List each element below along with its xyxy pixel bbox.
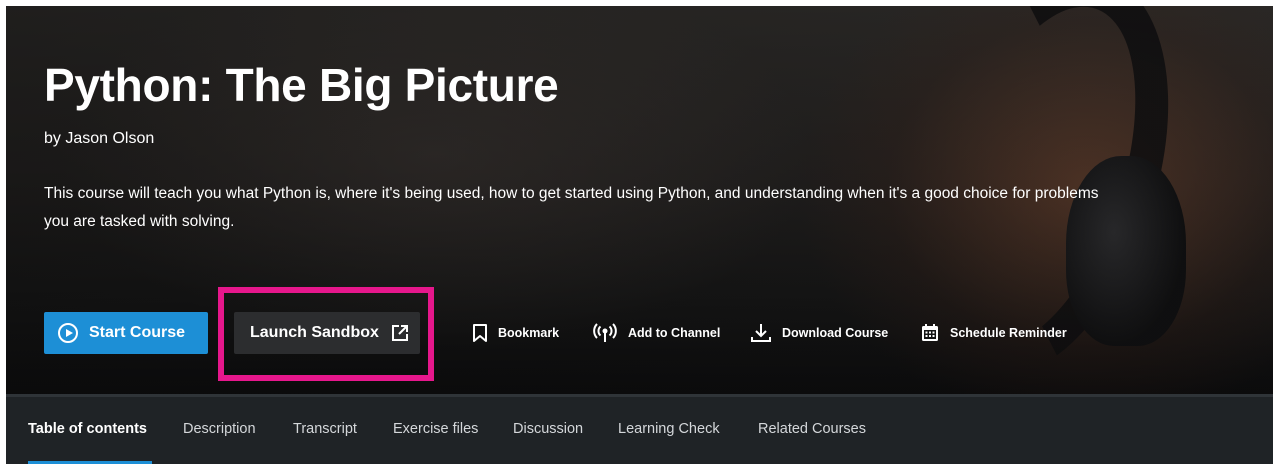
download-course-label: Download Course: [782, 326, 889, 340]
launch-sandbox-label: Launch Sandbox: [250, 324, 379, 341]
tab-description[interactable]: Description: [183, 421, 256, 437]
hero-content: Python: The Big Picture by Jason Olson T…: [6, 6, 1273, 394]
bookmark-label: Bookmark: [498, 326, 560, 340]
tab-related-courses[interactable]: Related Courses: [758, 421, 866, 437]
schedule-reminder-label: Schedule Reminder: [950, 326, 1067, 340]
download-course-button[interactable]: Download Course: [750, 312, 888, 354]
tab-table-of-contents[interactable]: Table of contents: [28, 421, 147, 437]
course-page: Python: The Big Picture by Jason Olson T…: [6, 6, 1273, 464]
download-icon: [751, 324, 771, 342]
play-circle-icon: [58, 323, 78, 343]
tab-exercise-files[interactable]: Exercise files: [393, 421, 478, 437]
course-actions: Start Course Launch Sandbox Bookmark Add…: [44, 287, 1244, 381]
add-to-channel-button[interactable]: Add to Channel: [592, 312, 720, 354]
course-tab-bar: Table of contents Description Transcript…: [6, 394, 1273, 464]
course-description: This course will teach you what Python i…: [44, 185, 1099, 230]
bookmark-icon: [473, 324, 487, 342]
bookmark-button[interactable]: Bookmark: [472, 312, 559, 354]
course-title: Python: The Big Picture: [44, 59, 559, 111]
start-course-label: Start Course: [89, 324, 186, 341]
start-course-button[interactable]: Start Course: [44, 312, 208, 354]
schedule-reminder-button[interactable]: Schedule Reminder: [920, 312, 1067, 354]
tab-transcript[interactable]: Transcript: [293, 421, 357, 437]
broadcast-icon: [593, 323, 617, 342]
tab-learning-check[interactable]: Learning Check: [618, 421, 720, 437]
tab-discussion[interactable]: Discussion: [513, 421, 583, 437]
calendar-icon: [922, 324, 938, 341]
add-to-channel-label: Add to Channel: [628, 326, 721, 340]
external-link-icon: [391, 325, 408, 341]
course-author: by Jason Olson: [44, 130, 155, 147]
launch-sandbox-button[interactable]: Launch Sandbox: [234, 312, 420, 354]
